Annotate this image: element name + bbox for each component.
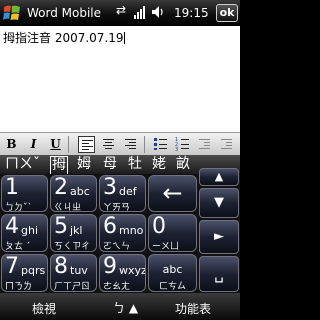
composition-text: ㄇㄨˇ — [5, 156, 40, 172]
key-1[interactable]: 1 ㄅㄉˇˋ — [1, 175, 48, 212]
key-8[interactable]: 8 tuv ㄏㄒㄕㄖ — [50, 254, 97, 292]
key-letters: wxyz — [119, 264, 146, 277]
key-zhuyin: ㄏㄒㄕㄖ — [54, 282, 91, 292]
key-9[interactable]: 9 wxyz ㄜㄠㄤ — [99, 254, 146, 292]
candidate-item[interactable]: 拇 — [50, 156, 68, 175]
key-zhuyin: ㄛㄟㄣ — [103, 242, 131, 252]
key-number: 2 — [54, 175, 68, 200]
soft-key-bar: 檢視 ㄅ ▲ 功能表 — [0, 293, 240, 320]
soft-keypad: 1 ㄅㄉˇˋ 2 abc ㄍㄐㄓ 3 def ㄚㄞㄢ ← 4 ghi ㄆㄊ ˊ … — [0, 168, 240, 293]
svg-text:3: 3 — [175, 147, 178, 151]
key-number: 0 — [152, 214, 166, 239]
candidate-item[interactable]: 牡 — [128, 156, 142, 173]
key-number: 8 — [54, 254, 68, 279]
signal-icon — [133, 4, 149, 23]
key-7[interactable]: 7 pqrs ㄇㄋㄌ — [1, 254, 48, 292]
key-letters: abc — [70, 185, 90, 198]
key-letters: def — [119, 185, 137, 198]
key-zhuyin: ㄚㄞㄢ — [103, 203, 131, 212]
key-letters: jkl — [70, 224, 83, 237]
format-toolbar: B I U 1 2 3 — [0, 132, 240, 155]
key-zhuyin: ㄅㄉˇˋ — [5, 203, 33, 212]
decrease-indent-button[interactable] — [196, 136, 213, 153]
align-right-icon — [125, 139, 136, 150]
space-icon: ␣ — [214, 265, 224, 283]
key-number: 3 — [103, 175, 117, 200]
down-arrow-icon: ▼ — [214, 195, 224, 210]
numbering-icon: 1 2 3 — [175, 137, 189, 153]
ok-button[interactable]: ok — [216, 4, 238, 22]
clock: 19:15 — [174, 6, 209, 20]
italic-button[interactable]: I — [25, 136, 42, 153]
backspace-key[interactable]: ← — [148, 175, 197, 212]
backspace-icon: ← — [162, 179, 183, 207]
align-left-button[interactable] — [78, 136, 95, 153]
key-number: 4 — [5, 214, 19, 239]
text-caret — [123, 32, 125, 44]
right-arrow-icon: ► — [214, 229, 224, 244]
key-2[interactable]: 2 abc ㄍㄐㄓ — [50, 175, 97, 212]
right-key[interactable]: ► — [199, 220, 239, 254]
key-letters: mno — [119, 224, 144, 237]
bold-button[interactable]: B — [3, 136, 20, 153]
key-zhuyin: ㄎㄑㄗㄔ — [54, 242, 91, 252]
key-letters: tuv — [70, 264, 88, 277]
key-zhuyin: ㄍㄐㄓ — [54, 203, 82, 212]
key-zhuyin: ㄜㄠㄤ — [103, 282, 131, 292]
key-4[interactable]: 4 ghi ㄆㄊ ˊ — [1, 214, 48, 252]
bullets-icon — [154, 138, 167, 150]
candidate-item[interactable]: 母 — [103, 156, 117, 173]
key-zhuyin: ㄆㄊ ˊ — [5, 242, 31, 252]
key-zhuyin: ㄇㄋㄌ — [5, 282, 33, 292]
document-text: 拇指注音 2007.07.19 — [3, 31, 124, 45]
key-number: 6 — [103, 214, 117, 239]
sync-icon: ⇄ — [116, 3, 127, 17]
key-number: 5 — [54, 214, 68, 239]
candidate-item[interactable]: 姥 — [152, 156, 166, 173]
increase-indent-button[interactable] — [218, 136, 235, 153]
key-number: 1 — [5, 175, 19, 200]
title-bar: Word Mobile ⇄ 19:15 ok — [0, 0, 240, 26]
decrease-indent-icon — [199, 139, 210, 150]
bullets-button[interactable] — [152, 136, 169, 153]
key-0[interactable]: 0 ㄧㄨㄩ — [148, 214, 197, 252]
view-softkey[interactable]: 檢視 — [32, 300, 56, 317]
align-left-icon — [82, 140, 93, 151]
increase-indent-icon — [221, 139, 232, 150]
candidate-item[interactable]: 畝 — [176, 156, 190, 173]
toolbar-divider — [144, 136, 145, 153]
menu-softkey[interactable]: 功能表 — [175, 300, 211, 317]
underline-button[interactable]: U — [47, 136, 64, 153]
space-key[interactable]: ␣ — [199, 256, 239, 292]
key-number: 7 — [5, 254, 19, 279]
key-letters: ghi — [21, 224, 39, 237]
key-zhuyin: ㄈㄘㄙ — [158, 282, 186, 292]
key-letters: pqrs — [21, 264, 46, 277]
align-center-icon — [103, 139, 114, 150]
up-arrow-icon: ▲ — [214, 170, 224, 183]
symbol-key[interactable]: abc ㄈㄘㄙ — [148, 254, 197, 292]
numbering-button[interactable]: 1 2 3 — [174, 136, 191, 153]
key-zhuyin: ㄧㄨㄩ — [152, 242, 180, 252]
windows-start-icon[interactable] — [2, 3, 22, 23]
key-3[interactable]: 3 def ㄚㄞㄢ — [99, 175, 146, 212]
down-key[interactable]: ▼ — [199, 188, 239, 218]
key-6[interactable]: 6 mno ㄛㄟㄣ — [99, 214, 146, 252]
align-center-button[interactable] — [100, 136, 117, 153]
key-number: 9 — [103, 254, 117, 279]
toolbar-divider — [68, 136, 69, 153]
document-area[interactable]: 拇指注音 2007.07.19 — [0, 26, 240, 132]
key-5[interactable]: 5 jkl ㄎㄑㄗㄔ — [50, 214, 97, 252]
input-method-toggle[interactable]: ㄅ ▲ — [113, 299, 138, 316]
up-key[interactable]: ▲ — [199, 168, 239, 186]
key-letters: abc — [162, 263, 183, 276]
candidate-item[interactable]: 姆 — [77, 156, 91, 173]
app-title: Word Mobile — [27, 6, 102, 20]
volume-icon — [150, 4, 166, 23]
align-right-button[interactable] — [122, 136, 139, 153]
